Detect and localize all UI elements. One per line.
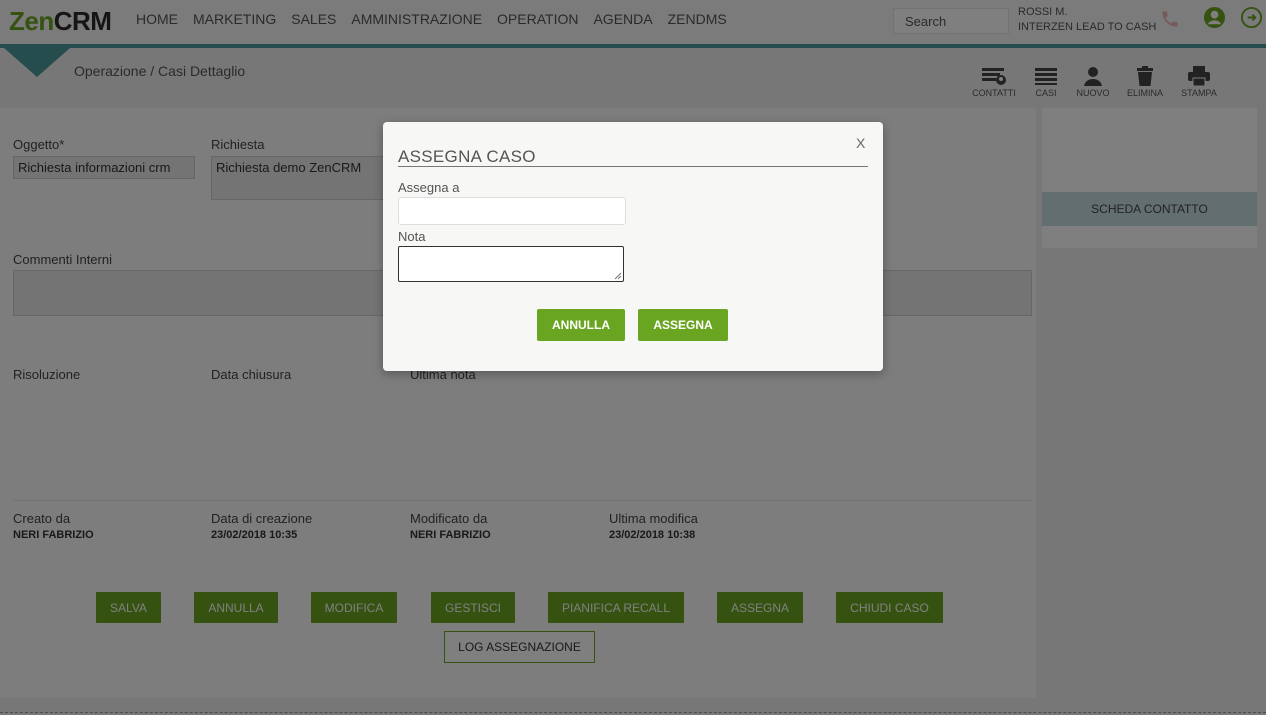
dialog-assegna-button[interactable]: ASSEGNA: [638, 309, 728, 341]
resize-handle-icon[interactable]: [614, 272, 622, 280]
assegna-caso-dialog: X ASSEGNA CASO Assegna a Nota ANNULLA AS…: [383, 122, 883, 371]
assegna-a-input[interactable]: [398, 197, 626, 225]
close-icon[interactable]: X: [856, 135, 865, 151]
title-underline: [398, 166, 868, 167]
dialog-title: ASSEGNA CASO: [398, 147, 536, 166]
nota-label: Nota: [398, 229, 426, 244]
nota-textarea[interactable]: [398, 246, 624, 282]
dialog-annulla-button[interactable]: ANNULLA: [537, 309, 625, 341]
assegna-a-label: Assegna a: [398, 180, 460, 195]
